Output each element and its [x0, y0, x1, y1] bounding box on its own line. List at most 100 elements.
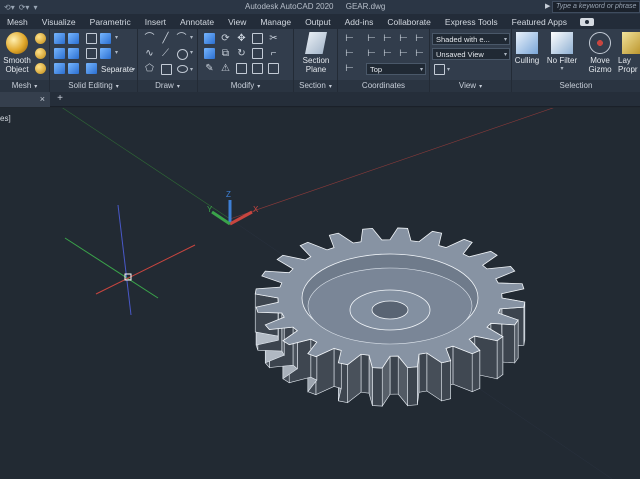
ray-icon[interactable]: ⟋ — [160, 48, 171, 59]
arc-icon[interactable]: ⌒ — [176, 33, 187, 44]
union-icon[interactable] — [54, 33, 65, 44]
dropdown-icon[interactable]: ▾ — [190, 49, 193, 56]
interfere-icon[interactable] — [68, 48, 79, 59]
mirror-icon[interactable]: ⧉ — [220, 48, 231, 59]
ucs-z-icon[interactable]: ⊢ — [398, 33, 409, 44]
trim-icon[interactable]: ✂ — [268, 33, 279, 44]
no-filter-button[interactable]: No Filter ▾ — [544, 32, 580, 74]
dropdown-icon[interactable]: ▾ — [447, 66, 450, 73]
3d-move-icon[interactable] — [204, 33, 215, 44]
smooth-more-icon[interactable] — [35, 33, 46, 44]
ucs-previous-icon[interactable]: ⊢ — [344, 48, 355, 59]
rotate-icon[interactable]: ⟳ — [220, 33, 231, 44]
offset-icon[interactable] — [268, 63, 279, 74]
ucs-icon[interactable]: ⊢ — [344, 33, 355, 44]
copy-icon[interactable] — [252, 33, 263, 44]
tab-express-tools[interactable]: Express Tools — [438, 17, 505, 27]
tab-manage[interactable]: Manage — [253, 17, 298, 27]
smooth-object-button[interactable]: Smooth Object — [2, 32, 32, 74]
culling-button[interactable]: Culling — [512, 32, 542, 65]
tab-output[interactable]: Output — [298, 17, 338, 27]
tab-annotate[interactable]: Annotate — [173, 17, 221, 27]
ucs-icon-gizmo[interactable]: Z X Y — [207, 190, 259, 226]
document-tab-gear[interactable]: × — [0, 92, 50, 107]
panel-coordinates: ⊢ ⊢ ⊢ ⊢ ⊢ ⊢ ⊢ ⊢ ⊢ ⊢ ⊢ Top ▾ Coordinates — [338, 29, 430, 92]
saved-view-select[interactable]: Unsaved View ▾ — [432, 48, 510, 60]
dropdown-icon[interactable]: ▾ — [190, 34, 193, 41]
dropdown-icon[interactable]: ▾ — [115, 34, 118, 41]
imprint-icon[interactable] — [100, 33, 111, 44]
layer-properties-button[interactable]: Lay Propr — [618, 32, 640, 74]
search-input[interactable]: Type a keyword or phrase — [552, 1, 640, 13]
extract-edges-icon[interactable] — [86, 33, 97, 44]
drawing-viewport[interactable]: es] Z X Y — [0, 108, 640, 479]
dropdown-icon[interactable]: ▾ — [132, 66, 135, 73]
ucs-named-icon[interactable]: ⊢ — [344, 63, 355, 74]
rectangle-icon[interactable] — [161, 64, 172, 75]
viewport-config-icon[interactable] — [434, 64, 445, 75]
section-plane-label-1: Section — [302, 56, 330, 65]
svg-text:Z: Z — [226, 190, 231, 199]
fillet-icon[interactable]: ⌐ — [268, 48, 279, 59]
layers-label-1: Lay — [618, 56, 631, 65]
search-expand-icon[interactable]: ▶ — [545, 2, 550, 10]
move-icon[interactable]: ✥ — [236, 33, 247, 44]
smooth-less-icon[interactable] — [35, 48, 46, 59]
tab-mesh[interactable]: Mesh — [0, 17, 35, 27]
thicken-icon[interactable] — [68, 63, 79, 74]
line-icon[interactable]: ╱ — [160, 33, 171, 44]
tab-add-ins[interactable]: Add-ins — [338, 17, 381, 27]
tab-collaborate[interactable]: Collaborate — [380, 17, 437, 27]
ucs-select[interactable]: Top ▾ — [366, 63, 426, 75]
polyline-icon[interactable]: ⌒ — [144, 33, 155, 44]
offset-edge-icon[interactable] — [86, 48, 97, 59]
fillet-edge-icon[interactable] — [100, 48, 111, 59]
explode-icon[interactable] — [252, 63, 263, 74]
separate-icon[interactable] — [86, 63, 97, 74]
ellipse-icon[interactable] — [177, 65, 188, 73]
move-gizmo-button[interactable]: Move Gizmo — [584, 32, 616, 74]
ucs-view-icon[interactable]: ⊢ — [414, 33, 425, 44]
warning-icon[interactable]: ⚠ — [220, 63, 231, 74]
panel-label-draw: Draw ▾ — [138, 80, 197, 92]
undo-icon[interactable]: ⟲▾ — [4, 3, 15, 12]
tab-view[interactable]: View — [221, 17, 253, 27]
tab-featured-apps[interactable]: Featured Apps — [505, 17, 574, 27]
panel-section: Section Plane Section ▾ — [294, 29, 338, 92]
redo-icon[interactable]: ⟳▾ — [19, 3, 30, 12]
smooth-object-label-2: Object — [5, 65, 29, 74]
polygon-icon[interactable]: ⬠ — [144, 63, 155, 74]
refine-mesh-icon[interactable] — [35, 63, 46, 74]
edit-icon[interactable]: ✎ — [204, 63, 215, 74]
world-y-axis-line — [62, 108, 231, 220]
gear-model[interactable] — [254, 227, 526, 408]
dropdown-icon[interactable]: ▾ — [190, 66, 193, 73]
section-plane-button[interactable]: Section Plane — [298, 32, 334, 74]
rotate-2d-icon[interactable]: ↻ — [236, 48, 247, 59]
tab-parametric[interactable]: Parametric — [83, 17, 138, 27]
3d-align-icon[interactable] — [204, 48, 215, 59]
slice-icon[interactable] — [54, 63, 65, 74]
dropdown-icon[interactable]: ▾ — [115, 49, 118, 56]
subtract-icon[interactable] — [68, 33, 79, 44]
intersect-icon[interactable] — [54, 48, 65, 59]
ribbon-minimize-icon[interactable] — [579, 17, 594, 26]
scale-icon[interactable] — [252, 48, 263, 59]
ucs-object-icon[interactable]: ⊢ — [414, 48, 425, 59]
ucs-world-icon[interactable]: ⊢ — [366, 33, 377, 44]
new-tab-button[interactable]: + — [55, 94, 65, 104]
circle-icon[interactable] — [177, 49, 188, 60]
customize-icon[interactable]: ▾ — [33, 3, 37, 12]
close-icon[interactable]: × — [40, 94, 45, 104]
model-space-canvas[interactable]: Z X Y — [0, 108, 640, 479]
ucs-3point-icon[interactable]: ⊢ — [366, 48, 377, 59]
tab-visualize[interactable]: Visualize — [35, 17, 83, 27]
spline-icon[interactable]: ∿ — [144, 48, 155, 59]
tab-insert[interactable]: Insert — [138, 17, 173, 27]
visual-style-select[interactable]: Shaded with e... ▾ — [432, 33, 510, 45]
ucs-origin-icon[interactable]: ⊢ — [382, 33, 393, 44]
ucs-y-icon[interactable]: ⊢ — [398, 48, 409, 59]
array-icon[interactable] — [236, 63, 247, 74]
separate-button[interactable]: Separate — [101, 65, 133, 74]
ucs-x-icon[interactable]: ⊢ — [382, 48, 393, 59]
